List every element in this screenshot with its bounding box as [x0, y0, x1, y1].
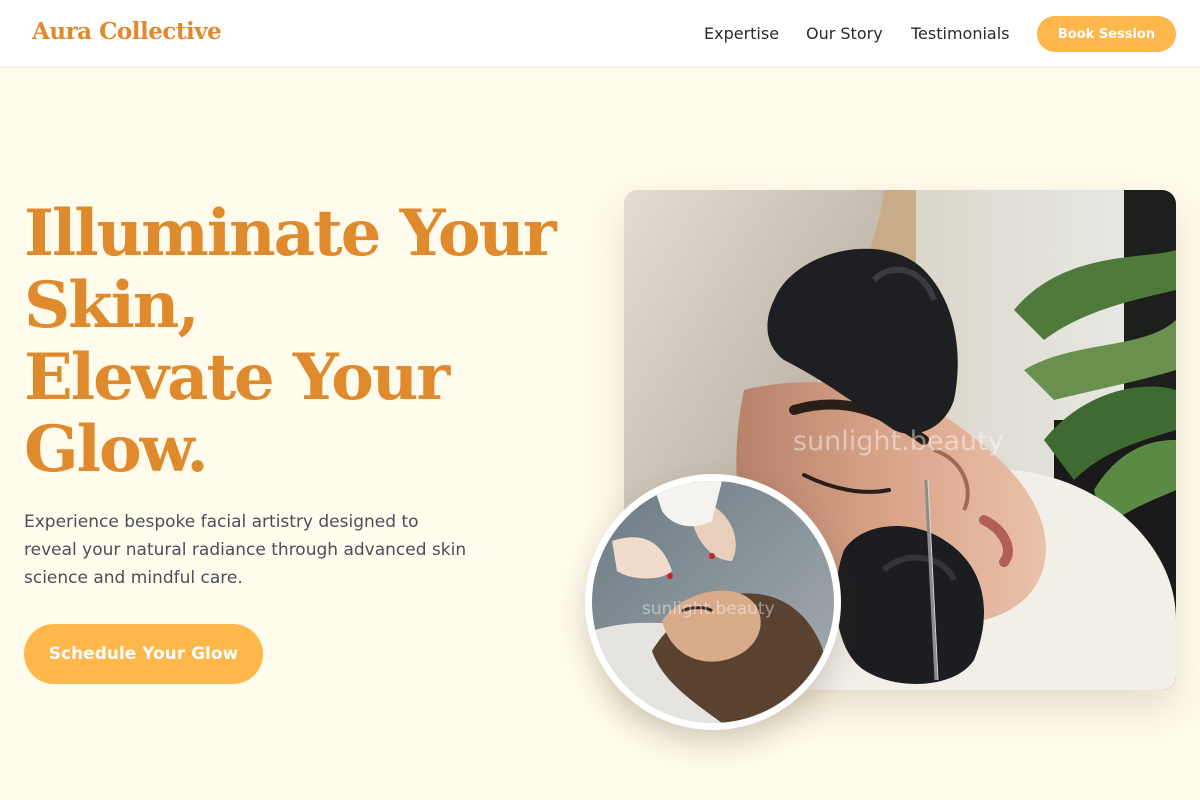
book-session-button[interactable]: Book Session [1037, 16, 1176, 52]
nav-link-testimonials[interactable]: Testimonials [911, 24, 1010, 43]
headline-line: Elevate Your [24, 340, 450, 415]
hero-description: Experience bespoke facial artistry desig… [24, 512, 467, 588]
headline-line: Skin, [24, 268, 200, 343]
headline-line: Illuminate Your [24, 196, 557, 271]
hero-headline: Illuminate Your Skin, Elevate Your Glow. [24, 198, 584, 486]
inset-treatment-photo: sunlight.beauty [585, 474, 841, 730]
inset-image-watermark: sunlight.beauty [642, 599, 775, 619]
schedule-your-glow-button[interactable]: Schedule Your Glow [24, 624, 263, 684]
image-watermark: sunlight.beauty [793, 426, 1004, 457]
nav-link-our-story[interactable]: Our Story [806, 24, 883, 43]
nav-link-expertise[interactable]: Expertise [704, 24, 779, 43]
headline-line: Glow. [24, 412, 209, 487]
top-navigation-bar: Aura Collective Expertise Our Story Test… [0, 0, 1200, 68]
brand-logo[interactable]: Aura Collective [32, 18, 222, 45]
inset-photo-frame: sunlight.beauty [592, 481, 834, 723]
